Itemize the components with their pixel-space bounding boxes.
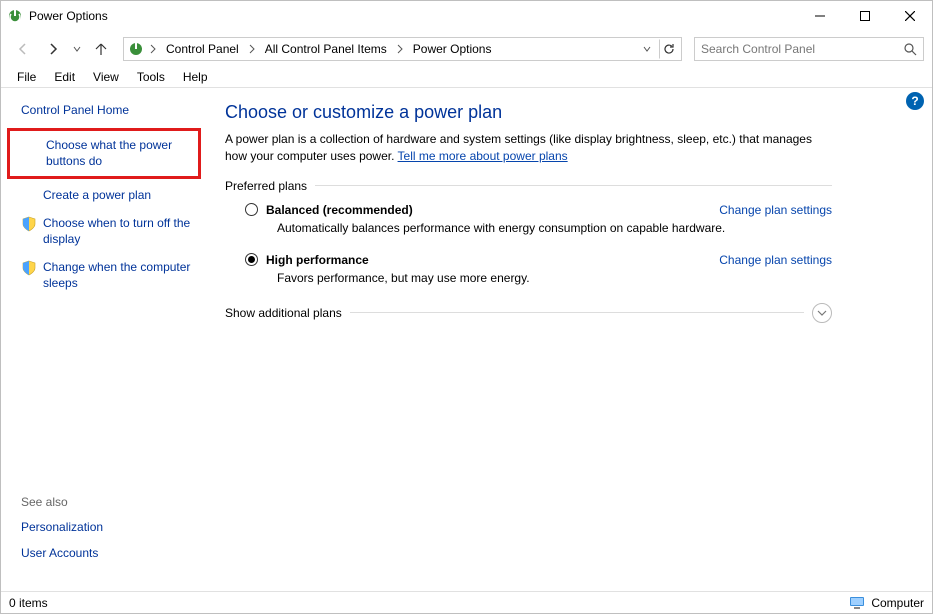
shield-icon [21, 216, 37, 232]
computer-icon [849, 596, 865, 610]
see-also-heading: See also [21, 495, 201, 509]
forward-button[interactable] [41, 37, 65, 61]
close-button[interactable] [887, 1, 932, 31]
search-placeholder: Search Control Panel [701, 42, 815, 56]
refresh-button[interactable] [659, 39, 679, 59]
menu-view[interactable]: View [85, 68, 127, 86]
titlebar: Power Options [1, 1, 932, 31]
breadcrumb-all-items[interactable]: All Control Panel Items [261, 38, 391, 60]
chevron-right-icon[interactable] [393, 44, 407, 54]
address-dropdown[interactable] [637, 39, 657, 59]
address-bar[interactable]: Control Panel All Control Panel Items Po… [123, 37, 682, 61]
preferred-plans-heading: Preferred plans [225, 179, 307, 193]
window-title: Power Options [29, 9, 108, 23]
plan-highperf-name[interactable]: High performance [266, 253, 369, 267]
plan-balanced: Balanced (recommended) Change plan setti… [245, 203, 832, 235]
breadcrumb-control-panel[interactable]: Control Panel [162, 38, 243, 60]
sidebar-link-display-off[interactable]: Choose when to turn off the display [43, 215, 201, 247]
page-title: Choose or customize a power plan [225, 102, 832, 123]
see-also-user-accounts[interactable]: User Accounts [21, 545, 201, 561]
status-item-count: 0 items [9, 596, 48, 610]
breadcrumb-power-options[interactable]: Power Options [409, 38, 496, 60]
content-pane: ? Choose or customize a power plan A pow… [211, 88, 932, 591]
show-additional-plans[interactable]: Show additional plans [225, 303, 832, 323]
change-settings-balanced-link[interactable]: Change plan settings [719, 203, 832, 217]
control-panel-home-link[interactable]: Control Panel Home [21, 102, 201, 118]
sidebar-link-power-buttons[interactable]: Choose what the power buttons do [46, 137, 194, 169]
statusbar: 0 items Computer [1, 591, 932, 613]
sidebar-link-sleep[interactable]: Change when the computer sleeps [43, 259, 201, 291]
sidebar-item-display-off[interactable]: Choose when to turn off the display [21, 215, 201, 247]
menu-edit[interactable]: Edit [46, 68, 83, 86]
plan-highperf-desc: Favors performance, but may use more ene… [277, 271, 832, 285]
plan-high-performance: High performance Change plan settings Fa… [245, 253, 832, 285]
up-button[interactable] [89, 37, 113, 61]
status-computer-label: Computer [871, 596, 924, 610]
sidebar-link-create-plan[interactable]: Create a power plan [43, 187, 151, 203]
chevron-down-icon[interactable] [812, 303, 832, 323]
page-description: A power plan is a collection of hardware… [225, 131, 832, 165]
back-button[interactable] [11, 37, 35, 61]
change-settings-highperf-link[interactable]: Change plan settings [719, 253, 832, 267]
navbar: Control Panel All Control Panel Items Po… [1, 31, 932, 66]
menubar: File Edit View Tools Help [1, 66, 932, 88]
menu-help[interactable]: Help [175, 68, 216, 86]
recent-dropdown[interactable] [71, 45, 83, 53]
radio-balanced[interactable] [245, 203, 258, 216]
menu-file[interactable]: File [9, 68, 44, 86]
divider [315, 185, 832, 186]
see-also-personalization[interactable]: Personalization [21, 519, 201, 535]
sidebar-item-sleep[interactable]: Change when the computer sleeps [21, 259, 201, 291]
shield-icon [21, 260, 37, 276]
chevron-right-icon[interactable] [245, 44, 259, 54]
search-icon [903, 42, 917, 56]
divider [350, 312, 804, 313]
help-icon[interactable]: ? [906, 92, 924, 110]
more-about-power-plans-link[interactable]: Tell me more about power plans [398, 149, 568, 163]
app-icon [7, 8, 23, 24]
plan-balanced-name[interactable]: Balanced (recommended) [266, 203, 413, 217]
sidebar-item-create-plan[interactable]: Create a power plan [21, 187, 201, 203]
control-panel-icon [128, 41, 144, 57]
sidebar-item-power-buttons[interactable]: Choose what the power buttons do [7, 128, 201, 178]
maximize-button[interactable] [842, 1, 887, 31]
menu-tools[interactable]: Tools [129, 68, 173, 86]
plan-balanced-desc: Automatically balances performance with … [277, 221, 832, 235]
chevron-right-icon[interactable] [146, 44, 160, 54]
minimize-button[interactable] [797, 1, 842, 31]
additional-plans-label: Show additional plans [225, 306, 342, 320]
sidebar: Control Panel Home Choose what the power… [1, 88, 211, 591]
radio-high-performance[interactable] [245, 253, 258, 266]
search-input[interactable]: Search Control Panel [694, 37, 924, 61]
